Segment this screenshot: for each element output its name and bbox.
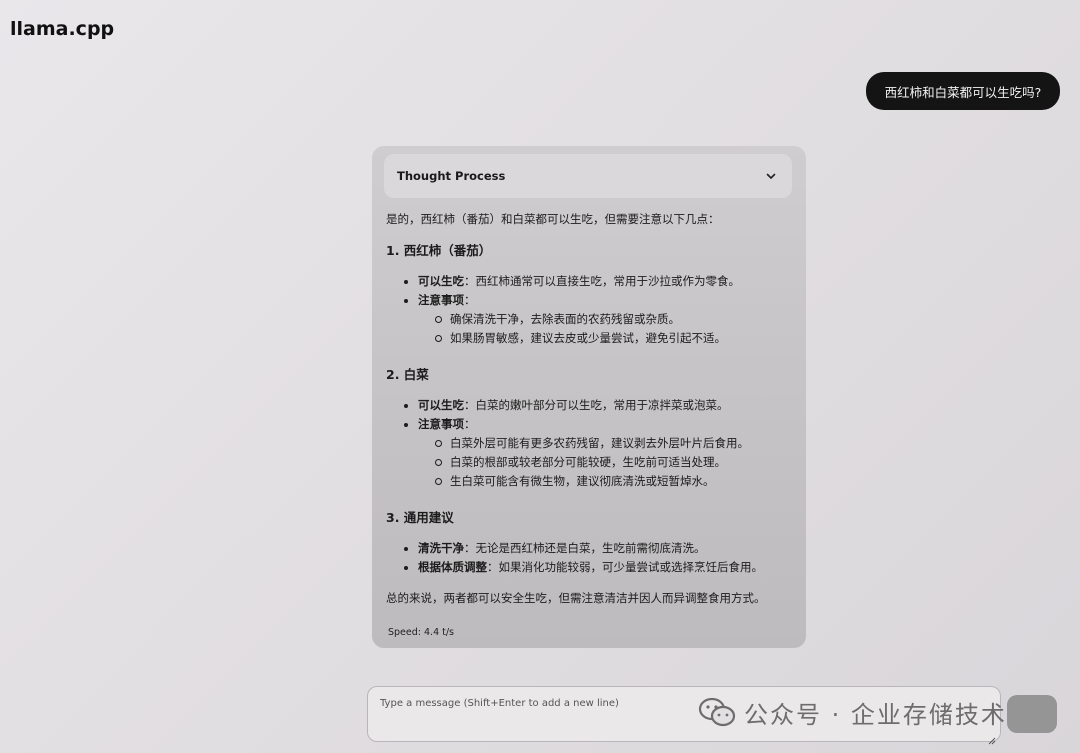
user-message-bubble: 西红柿和白菜都可以生吃吗?	[866, 72, 1060, 110]
watermark: 公众号 · 企业存储技术	[698, 690, 1007, 734]
item-text: ：	[464, 417, 476, 431]
list-general: 清洗干净：无论是西红柿还是白菜，生吃前需彻底清洗。 根据体质调整：如果消化功能较…	[386, 539, 796, 577]
app-title: llama.cpp	[10, 18, 115, 40]
intro-text: 是的，西红柿（番茄）和白菜都可以生吃，但需要注意以下几点：	[386, 212, 720, 226]
item-text: ：西红柿通常可以直接生吃，常用于沙拉或作为零食。	[464, 274, 740, 288]
item-label: 注意事项	[418, 417, 464, 431]
section-heading-general: 3. 通用建议	[386, 510, 454, 525]
list-item: 清洗干净：无论是西红柿还是白菜，生吃前需彻底清洗。	[386, 539, 796, 558]
thought-process-label: Thought Process	[397, 169, 506, 183]
section-heading-tomato: 1. 西红柿（番茄）	[386, 243, 492, 258]
sub-list-item: 白菜的根部或较老部分可能较硬，生吃前可适当处理。	[386, 453, 796, 472]
assistant-message-content: 是的，西红柿（番茄）和白菜都可以生吃，但需要注意以下几点： 1. 西红柿（番茄）…	[386, 210, 796, 608]
item-label: 清洗干净	[418, 541, 464, 555]
send-button[interactable]	[1007, 695, 1057, 733]
list-item: 根据体质调整：如果消化功能较弱，可少量尝试或选择烹饪后食用。	[386, 558, 796, 577]
sub-list-item: 确保清洗干净，去除表面的农药残留或杂质。	[386, 310, 796, 329]
user-message-text: 西红柿和白菜都可以生吃吗?	[884, 84, 1042, 100]
list-item: 可以生吃：西红柿通常可以直接生吃，常用于沙拉或作为零食。	[386, 272, 796, 291]
sub-list-item: 如果肠胃敏感，建议去皮或少量尝试，避免引起不适。	[386, 329, 796, 348]
list-item: 可以生吃：白菜的嫩叶部分可以生吃，常用于凉拌菜或泡菜。	[386, 396, 796, 415]
thought-process-toggle[interactable]: Thought Process	[384, 154, 792, 198]
conclusion-text: 总的来说，两者都可以安全生吃，但需注意清洁并因人而异调整食用方式。	[386, 591, 766, 605]
wechat-icon	[698, 697, 736, 727]
list-cabbage: 可以生吃：白菜的嫩叶部分可以生吃，常用于凉拌菜或泡菜。 注意事项： 白菜外层可能…	[386, 396, 796, 491]
list-tomato: 可以生吃：西红柿通常可以直接生吃，常用于沙拉或作为零食。 注意事项： 确保清洗干…	[386, 272, 796, 348]
watermark-text: 公众号 · 企业存储技术	[744, 700, 1007, 729]
list-item: 注意事项：	[386, 291, 796, 310]
chevron-down-icon[interactable]	[764, 169, 778, 183]
sub-list-item: 生白菜可能含有微生物，建议彻底清洗或短暂焯水。	[386, 472, 796, 491]
item-text: ：	[464, 293, 476, 307]
speed-indicator: Speed: 4.4 t/s	[388, 627, 455, 638]
item-label: 可以生吃	[418, 274, 464, 288]
section-heading-cabbage: 2. 白菜	[386, 367, 429, 382]
item-text: ：无论是西红柿还是白菜，生吃前需彻底清洗。	[464, 541, 706, 555]
item-label: 注意事项	[418, 293, 464, 307]
item-text: ：如果消化功能较弱，可少量尝试或选择烹饪后食用。	[487, 560, 763, 574]
assistant-message-bubble: Thought Process 是的，西红柿（番茄）和白菜都可以生吃，但需要注意…	[372, 146, 806, 648]
item-label: 根据体质调整	[418, 560, 487, 574]
item-label: 可以生吃	[418, 398, 464, 412]
sub-list-item: 白菜外层可能有更多农药残留，建议剥去外层叶片后食用。	[386, 434, 796, 453]
list-item: 注意事项：	[386, 415, 796, 434]
item-text: ：白菜的嫩叶部分可以生吃，常用于凉拌菜或泡菜。	[464, 398, 729, 412]
